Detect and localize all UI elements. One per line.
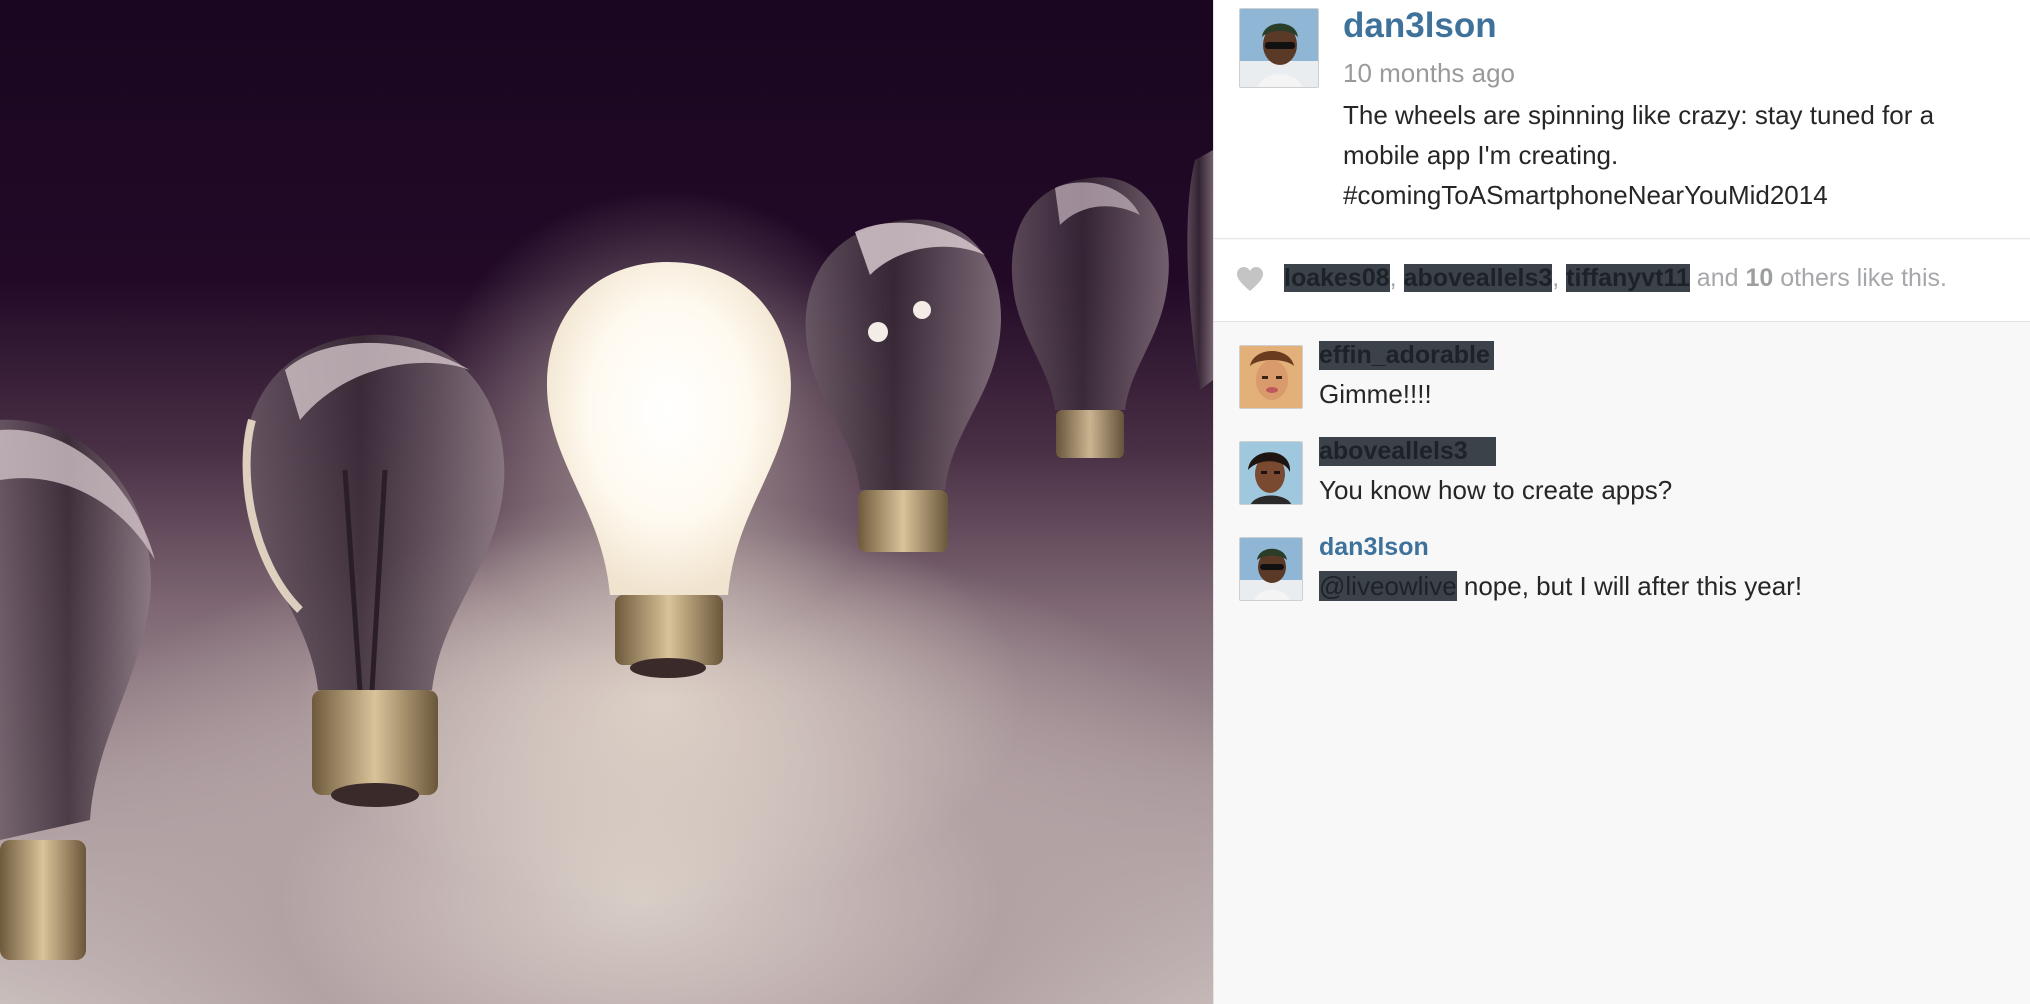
post-caption: The wheels are spinning like crazy: stay… — [1343, 100, 1935, 210]
liker-username[interactable]: aboveallels3 — [1403, 264, 1553, 292]
post-photo[interactable] — [0, 0, 1213, 1004]
comment-body: You know how to create apps? — [1319, 475, 1673, 505]
comment-item: effin_adorable Gimme!!!! — [1214, 341, 2030, 435]
comment-mention[interactable]: @liveowlive — [1319, 571, 1457, 601]
commenter-username[interactable]: aboveallels3 — [1319, 437, 1496, 466]
commenter-avatar[interactable] — [1239, 537, 1303, 601]
commenter-username[interactable]: dan3lson — [1319, 533, 1429, 562]
person-avatar-icon — [1240, 442, 1302, 504]
likes-others-count[interactable]: 10 — [1745, 264, 1773, 292]
commenter-avatar[interactable] — [1239, 345, 1303, 409]
liker-username[interactable]: loakes08 — [1284, 264, 1390, 292]
likes-bar: loakes08, aboveallels3, tiffanyvt11 and … — [1214, 240, 2030, 322]
post-timestamp: 10 months ago — [1343, 58, 1516, 88]
owner-avatar[interactable] — [1239, 8, 1319, 88]
commenter-avatar[interactable] — [1239, 441, 1303, 505]
post-header: dan3lson 10 months ago The wheels are sp… — [1214, 0, 2030, 239]
likes-separator: , — [1552, 264, 1567, 292]
comment-item: aboveallels3 You know how to create apps… — [1214, 437, 2030, 531]
comment-body: nope, but I will after this year! — [1456, 571, 1803, 601]
likes-others-text: others like this. — [1773, 264, 1947, 292]
heart-icon[interactable] — [1236, 266, 1264, 292]
person-avatar-icon — [1240, 9, 1318, 87]
liker-username[interactable]: tiffanyvt11 — [1566, 264, 1690, 292]
likes-and: and — [1689, 264, 1746, 292]
commenter-username[interactable]: effin_adorable — [1319, 341, 1494, 370]
comment-text: @liveowlive nope, but I will after this … — [1319, 571, 1802, 602]
comment-item: dan3lson @liveowlive nope, but I will af… — [1214, 533, 2030, 627]
comment-text: Gimme!!!! — [1319, 379, 1432, 410]
comment-text: You know how to create apps? — [1319, 475, 1672, 506]
post-details-panel: dan3lson 10 months ago The wheels are sp… — [1213, 0, 2030, 1004]
person-avatar-icon — [1240, 346, 1302, 408]
likes-separator: , — [1389, 264, 1404, 292]
comment-body: Gimme!!!! — [1319, 379, 1432, 409]
likes-text: loakes08, aboveallels3, tiffanyvt11 and … — [1284, 264, 1947, 293]
owner-username[interactable]: dan3lson — [1343, 6, 1497, 46]
lightbulbs-photo — [0, 150, 1213, 960]
person-avatar-icon — [1240, 538, 1302, 600]
